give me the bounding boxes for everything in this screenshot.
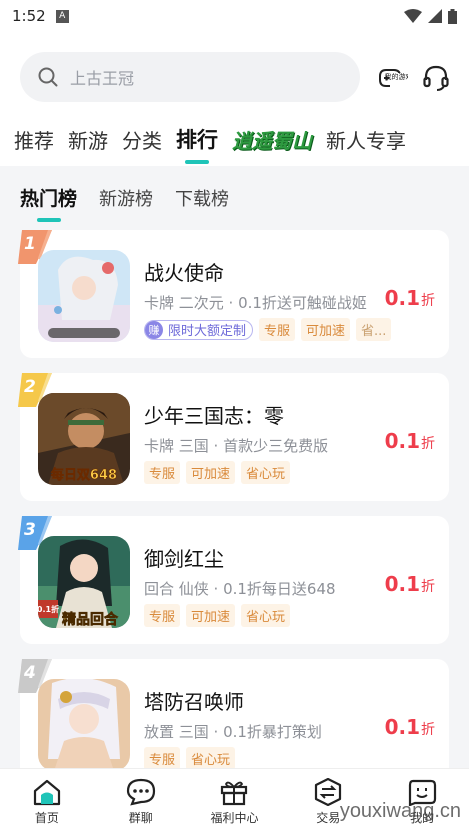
nav-label: 福利中心: [210, 811, 259, 825]
game-description: 回合 仙侠 · 0.1折每日送648: [144, 580, 336, 598]
rank-number: 3: [24, 520, 36, 540]
status-bar: 1:52 A: [0, 0, 469, 32]
my-games-label: 我的游戏: [385, 72, 409, 81]
cover-caption: 每日双648: [51, 467, 117, 483]
nav-welfare-center[interactable]: 福利中心: [188, 769, 282, 833]
tab-new-games[interactable]: 新游: [68, 125, 108, 154]
tab-ranking[interactable]: 排行: [176, 124, 218, 154]
game-cover-image: 0.1折 精品回合: [38, 536, 130, 628]
headset-icon: [423, 65, 449, 91]
game-cover-image: [38, 679, 130, 771]
discount-unit: 折: [421, 293, 435, 309]
subtab-new[interactable]: 新游榜: [99, 185, 153, 211]
game-title: 战火使命: [144, 261, 224, 285]
game-card[interactable]: 3 0.1折 精品回合 御剑红尘 回合 仙侠 · 0.1折每日送648 专服 可…: [18, 516, 449, 644]
nav-label: 交易: [316, 811, 341, 825]
tag: 省心玩: [241, 461, 291, 484]
signal-icon: [428, 9, 442, 23]
discount-label: 0.1折: [385, 429, 435, 453]
earn-icon: 赚: [145, 320, 163, 339]
game-description: 卡牌 二次元 · 0.1折送可触碰战姬: [144, 294, 367, 312]
search-input[interactable]: 上古王冠: [20, 52, 360, 102]
tab-category[interactable]: 分类: [122, 125, 162, 154]
subtab-download[interactable]: 下载榜: [175, 185, 229, 211]
gift-icon: [221, 781, 248, 806]
game-title: 御剑红尘: [144, 547, 224, 571]
cover-corner-label: 0.1折: [38, 604, 59, 614]
gamepad-icon: 我的游戏: [379, 69, 409, 87]
status-time: 1:52: [12, 7, 46, 25]
my-games-button[interactable]: 我的游戏: [376, 62, 408, 94]
game-title: 少年三国志：零: [144, 404, 284, 428]
discount-unit: 折: [421, 436, 435, 452]
game-title: 塔防召唤师: [144, 690, 244, 714]
tag: 专服: [144, 461, 181, 484]
game-tags: 专服 省心玩: [144, 747, 236, 770]
status-icons: [404, 8, 457, 24]
watermark: youxiwang.cn: [339, 800, 461, 822]
tag: 可加速: [186, 604, 236, 627]
main-tabs: 推荐 新游 分类 排行 逍遥蜀山 新人专享: [14, 124, 406, 154]
wifi-icon: [404, 9, 422, 23]
game-description: 放置 三国 · 0.1折暴打策划: [144, 723, 322, 741]
game-card[interactable]: 1 战火使命 卡牌 二次元 · 0.1折送可触碰战姬 赚 限时大额定制 专服 可…: [18, 230, 449, 358]
home-icon: [33, 779, 60, 806]
promo-badge: 赚 限时大额定制: [144, 319, 254, 340]
discount-label: 0.1折: [385, 715, 435, 739]
tag: 省...: [356, 318, 392, 341]
game-cover-image: [38, 250, 130, 342]
discount-value: 0.1: [384, 715, 420, 739]
game-tags: 赚 限时大额定制 专服 可加速 省...: [144, 318, 392, 341]
game-description: 卡牌 三国 · 首款少三免费版: [144, 437, 329, 455]
tab-xiaoyao-shushan[interactable]: 逍遥蜀山: [232, 125, 312, 154]
battery-icon: [448, 8, 457, 24]
discount-value: 0.1: [384, 429, 420, 453]
search-icon: [38, 67, 58, 87]
header: 上古王冠 我的游戏 推荐 新游 分类 排行 逍遥蜀山 新人专享: [0, 32, 469, 166]
nav-chat[interactable]: 群聊: [94, 769, 188, 833]
rank-number: 4: [24, 663, 36, 683]
discount-unit: 折: [421, 579, 435, 595]
search-placeholder: 上古王冠: [70, 69, 135, 88]
discount-label: 0.1折: [385, 572, 435, 596]
nav-label: 首页: [34, 811, 59, 825]
cover-caption: 精品回合: [62, 611, 119, 628]
discount-unit: 折: [421, 722, 435, 738]
game-tags: 专服 可加速 省心玩: [144, 604, 291, 627]
promo-badge-label: 限时大额定制: [168, 324, 247, 339]
ranking-subtabs: 热门榜 新游榜 下载榜: [20, 184, 229, 211]
exchange-icon: [315, 778, 342, 806]
game-card[interactable]: 2 每日双648 少年三国志：零 卡牌 三国 · 首款少三免费版 专服 可加速 …: [18, 373, 449, 501]
discount-label: 0.1折: [385, 286, 435, 310]
nav-home[interactable]: 首页: [0, 769, 94, 833]
subtab-hot[interactable]: 热门榜: [20, 184, 77, 211]
game-cover-image: 每日双648: [38, 393, 130, 485]
customer-service-button[interactable]: [420, 62, 452, 94]
tag: 省心玩: [186, 747, 236, 770]
tab-recommend[interactable]: 推荐: [14, 125, 54, 154]
tag: 专服: [144, 604, 181, 627]
notification-app-icon: A: [55, 9, 69, 23]
discount-value: 0.1: [384, 572, 420, 596]
tag: 专服: [259, 318, 296, 341]
game-tags: 专服 可加速 省心玩: [144, 461, 291, 484]
tag: 可加速: [186, 461, 236, 484]
rank-number: 1: [24, 234, 36, 254]
tab-newcomer[interactable]: 新人专享: [326, 125, 406, 154]
discount-value: 0.1: [384, 286, 420, 310]
nav-label: 群聊: [128, 811, 153, 825]
tag: 省心玩: [241, 604, 291, 627]
rank-number: 2: [24, 377, 36, 397]
tag: 可加速: [301, 318, 351, 341]
chat-icon: [126, 778, 155, 806]
tag: 专服: [144, 747, 181, 770]
